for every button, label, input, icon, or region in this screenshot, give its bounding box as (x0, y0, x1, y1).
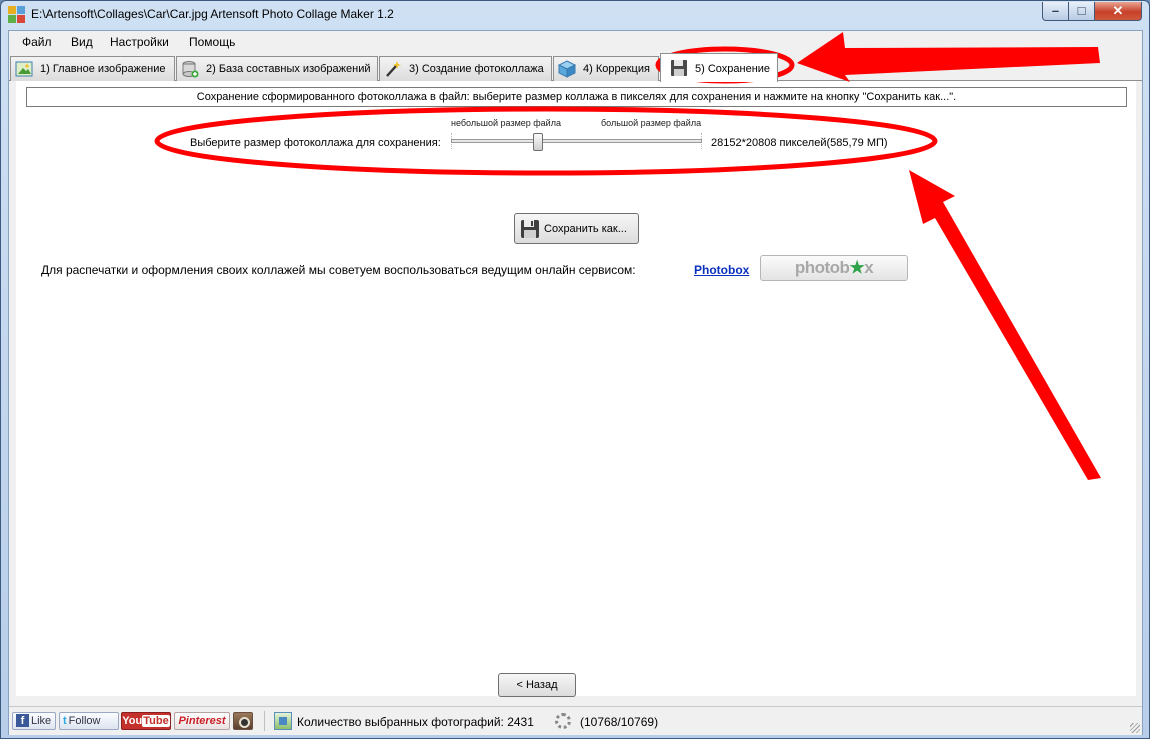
loading-spinner-icon (555, 713, 571, 729)
tab-bar: 1) Главное изображение 2) База составных… (9, 53, 1142, 82)
close-icon: ✕ (1112, 3, 1124, 18)
back-button[interactable]: < Назад (498, 673, 576, 697)
menu-bar: Файл Вид Настройки Помощь (9, 31, 1142, 53)
photobox-logo-button[interactable]: photob★x (760, 255, 908, 281)
maximize-button[interactable]: □ (1068, 2, 1095, 21)
slider-thumb[interactable] (533, 133, 543, 151)
photos-icon (274, 712, 292, 730)
floppy-disk-icon (520, 219, 540, 239)
tab-correction[interactable]: 4) Коррекция (553, 56, 659, 81)
tab-image-database[interactable]: 2) База составных изображений (176, 56, 378, 81)
photobox-link[interactable]: Photobox (694, 263, 749, 277)
photobox-logo-text: photob (794, 258, 850, 277)
minimize-button[interactable]: – (1042, 2, 1069, 21)
pinterest-button[interactable]: Pinterest (174, 712, 230, 730)
menu-view[interactable]: Вид (71, 35, 93, 49)
database-add-icon (181, 60, 199, 78)
tab-main-image[interactable]: 1) Главное изображение (10, 56, 175, 81)
app-logo-icon (8, 6, 26, 24)
facebook-icon: f (16, 714, 29, 727)
tab-label: 3) Создание фотоколлажа (409, 63, 544, 75)
floppy-disk-icon (670, 59, 688, 77)
instagram-camera-icon[interactable] (233, 712, 253, 730)
slider-max-caption: большой размер файла (601, 118, 702, 128)
slider-min-caption: небольшой размер файла (451, 118, 561, 128)
progress-counter: (10768/10769) (580, 715, 659, 729)
window-title: E:\Artensoft\Collages\Car\Car.jpg Artens… (31, 7, 394, 21)
status-divider (264, 711, 265, 731)
image-icon (15, 60, 33, 78)
client-area: Файл Вид Настройки Помощь 1) Главное изо… (8, 30, 1143, 735)
size-slider[interactable] (451, 133, 702, 151)
menu-settings[interactable]: Настройки (110, 35, 169, 49)
resize-grip-icon[interactable] (1130, 723, 1140, 733)
save-as-button[interactable]: Сохранить как... (514, 213, 639, 244)
magic-wand-icon (384, 60, 402, 78)
tab-label: 5) Сохранение (695, 63, 771, 75)
tab-label: 4) Коррекция (583, 63, 650, 75)
status-bar: f Like t Follow YouTube Pinterest Количест… (9, 706, 1142, 735)
youtube-button[interactable]: YouTube (121, 712, 171, 730)
selected-photos-count: Количество выбранных фотографий: 2431 (297, 715, 534, 729)
title-bar[interactable]: E:\Artensoft\Collages\Car\Car.jpg Artens… (1, 1, 1149, 29)
maximize-icon: □ (1077, 3, 1086, 18)
close-button[interactable]: ✕ (1094, 2, 1142, 21)
like-label: Like (31, 715, 52, 727)
save-page: Сохранение сформированного фотоколлажа в… (16, 81, 1136, 697)
app-window: E:\Artensoft\Collages\Car\Car.jpg Artens… (0, 0, 1150, 739)
tab-save[interactable]: 5) Сохранение (660, 53, 778, 82)
promo-text: Для распечатки и оформления своих коллаж… (41, 263, 636, 277)
size-label: Выберите размер фотоколлажа для сохранен… (190, 137, 441, 149)
youtube-label-b: Tube (142, 715, 170, 727)
minimize-icon: – (1051, 3, 1060, 18)
cube-icon (557, 60, 577, 78)
facebook-like-button[interactable]: f Like (12, 712, 56, 730)
photobox-logo-text-end: x (864, 258, 874, 277)
size-readout: 28152*20808 пикселей(585,79 МП) (711, 137, 888, 149)
slider-groove (451, 139, 702, 143)
tab-label: 1) Главное изображение (40, 63, 166, 75)
menu-file[interactable]: Файл (22, 35, 52, 49)
twitter-icon: t (63, 715, 67, 727)
save-as-label: Сохранить как... (544, 223, 627, 235)
tab-label: 2) База составных изображений (206, 63, 371, 75)
youtube-label-a: You (122, 715, 143, 727)
twitter-follow-button[interactable]: t Follow (59, 712, 119, 730)
menu-help[interactable]: Помощь (189, 35, 235, 49)
star-icon: ★ (849, 258, 865, 277)
follow-label: Follow (68, 715, 101, 727)
instruction-hint: Сохранение сформированного фотоколлажа в… (26, 87, 1127, 107)
tab-create-collage[interactable]: 3) Создание фотоколлажа (379, 56, 552, 81)
